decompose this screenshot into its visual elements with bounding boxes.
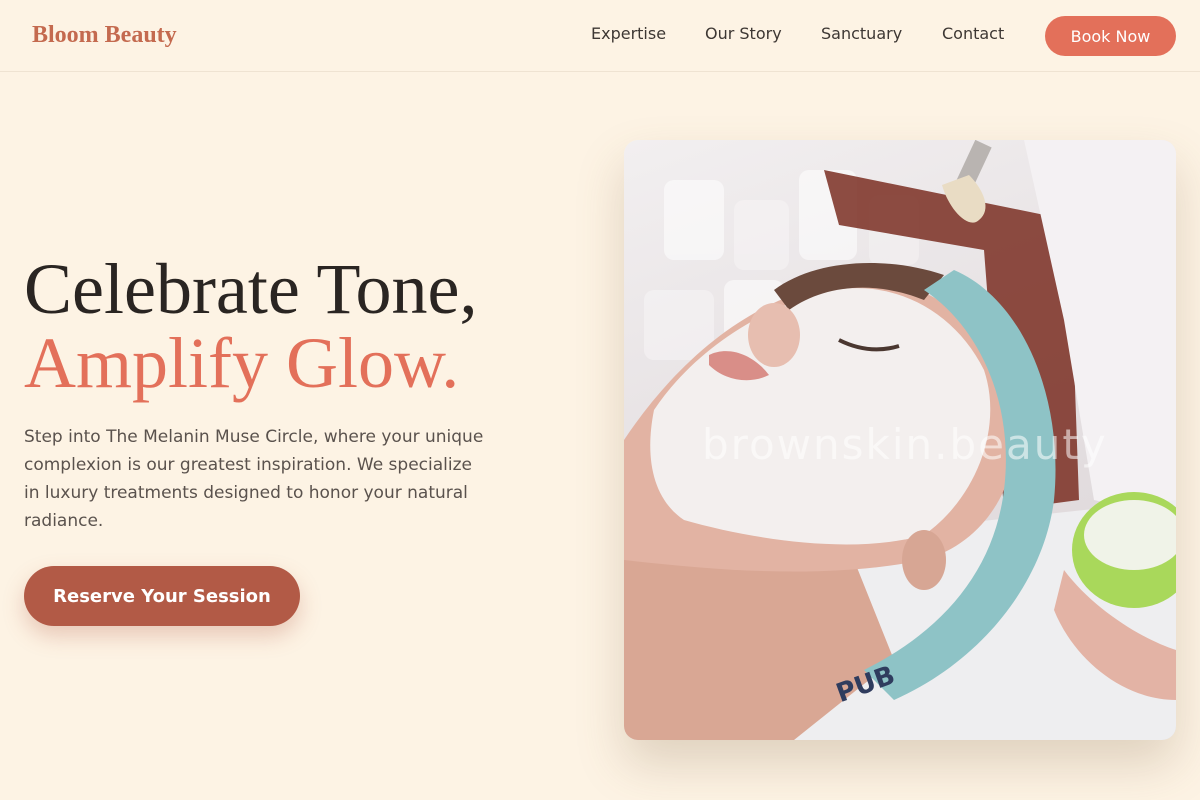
brand-logo[interactable]: Bloom Beauty <box>32 22 177 49</box>
hero-title-line-2: Amplify Glow. <box>24 323 460 403</box>
site-header: Bloom Beauty Expertise Our Story Sanctua… <box>0 0 1200 72</box>
hero-title: Celebrate Tone, Amplify Glow. <box>24 252 477 400</box>
image-watermark: brownskin.beauty <box>702 420 1108 469</box>
hero-description: Step into The Melanin Muse Circle, where… <box>24 427 484 531</box>
nav-link-our-story[interactable]: Our Story <box>705 24 782 43</box>
nav-link-expertise[interactable]: Expertise <box>591 24 666 43</box>
nav-link-contact[interactable]: Contact <box>942 24 1004 43</box>
nav-link-sanctuary[interactable]: Sanctuary <box>821 24 902 43</box>
hero-title-line-1: Celebrate Tone, <box>24 249 478 329</box>
facial-treatment-image: PUB brownskin.beauty <box>624 140 1176 740</box>
book-now-button[interactable]: Book Now <box>1045 16 1176 56</box>
reserve-session-button[interactable]: Reserve Your Session <box>24 566 300 626</box>
